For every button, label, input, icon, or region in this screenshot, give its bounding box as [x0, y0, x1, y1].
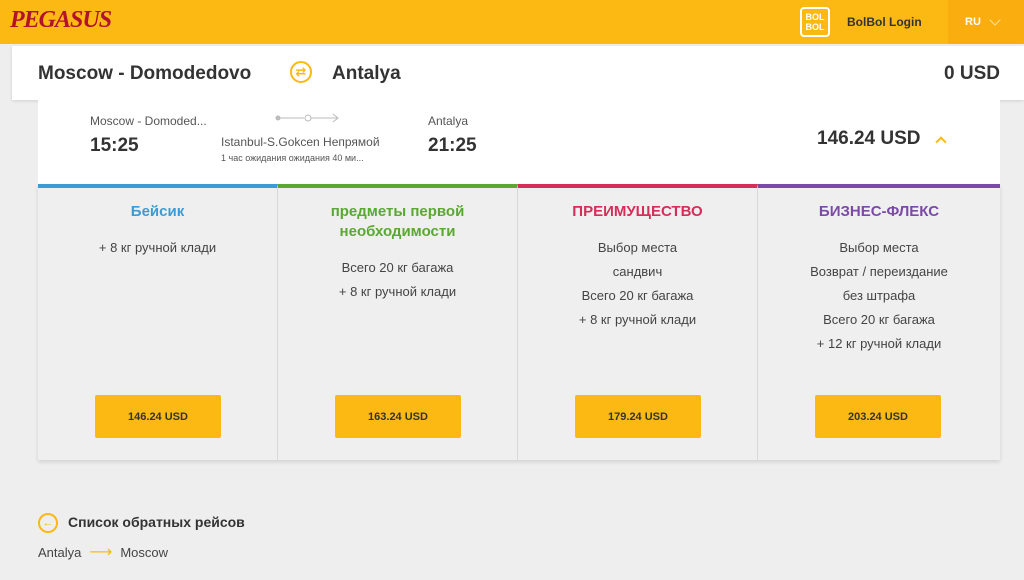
fare-feature: + 8 кг ручной клади	[98, 240, 217, 255]
swap-icon: ⇄	[290, 61, 312, 83]
fare-feature: Возврат / переиздание	[810, 264, 948, 279]
arrow-right-icon: ⟶	[89, 544, 113, 561]
fare-features: + 8 кг ручной клади	[38, 236, 277, 260]
flight-row[interactable]: Moscow - Domoded... 15:25 Istanbul-S.Gok…	[38, 100, 1000, 184]
return-destination: Moscow	[120, 544, 168, 560]
stopover-info: Istanbul-S.Gokcen Непрямой	[221, 135, 380, 149]
bolbol-icon: BOL BOL	[800, 7, 830, 37]
destination-city: Antalya	[332, 63, 401, 84]
fare-features: Выбор места Возврат / переиздание без шт…	[758, 236, 1000, 356]
fare-feature: + 8 кг ручной клади	[338, 284, 457, 299]
arrival-time: 21:25	[428, 135, 477, 156]
departure-time: 15:25	[90, 135, 139, 156]
select-fare-advantage-button[interactable]: 179.24 USD	[575, 395, 701, 438]
flight-price: 146.24 USD	[817, 128, 921, 149]
bolbol-login-label: BolBol Login	[847, 15, 922, 29]
language-selector[interactable]: RU	[948, 0, 1024, 44]
return-origin: Antalya	[38, 544, 82, 560]
return-flights-title[interactable]: Список обратных рейсов	[68, 514, 245, 530]
arrow-left-circle-icon[interactable]: ←	[38, 513, 58, 533]
fare-advantage: ПРЕИМУЩЕСТВО Выбор места сандвич Всего 2…	[518, 184, 758, 460]
flight-path-icon	[275, 113, 339, 123]
fare-basic: Бейсик + 8 кг ручной клади 146.24 USD	[38, 184, 278, 460]
fare-feature: сандвич	[612, 264, 663, 279]
select-fare-basic-button[interactable]: 146.24 USD	[95, 395, 221, 438]
fare-feature: Всего 20 кг багажа	[341, 260, 454, 275]
fare-feature: Выбор места	[597, 240, 678, 255]
fare-feature: + 8 кг ручной клади	[578, 312, 697, 327]
fare-name: БИЗНЕС-ФЛЕКС	[818, 203, 940, 220]
fare-feature: Всего 20 кг багажа	[823, 312, 935, 327]
fare-feature: без штрафа	[842, 288, 916, 303]
arrival-city: Antalya	[428, 114, 469, 128]
bolbol-login-button[interactable]: BOL BOL BolBol Login	[800, 0, 948, 44]
fare-name: предметы первой необходимости	[330, 203, 465, 240]
fare-features: Выбор места сандвич Всего 20 кг багажа +…	[518, 236, 757, 332]
fare-features: Всего 20 кг багажа + 8 кг ручной клади	[278, 256, 517, 304]
fare-name: ПРЕИМУЩЕСТВО	[572, 203, 703, 220]
origin-city: Moscow - Domodedovo	[38, 63, 252, 84]
layover-duration: 1 час ожидания ожидания 40 ми...	[221, 153, 364, 163]
fare-feature: Выбор места	[839, 240, 919, 255]
fare-options: Бейсик + 8 кг ручной клади 146.24 USD пр…	[38, 184, 1000, 460]
route-header: Moscow - Domodedovo ⇄ Antalya 0 USD	[12, 46, 1024, 100]
fare-feature: Всего 20 кг багажа	[581, 288, 694, 303]
select-fare-essentials-button[interactable]: 163.24 USD	[335, 395, 461, 438]
total-price: 0 USD	[944, 63, 1000, 84]
fare-essentials: предметы первой необходимости Всего 20 к…	[278, 184, 518, 460]
fare-business-flex: БИЗНЕС-ФЛЕКС Выбор места Возврат / переи…	[758, 184, 1000, 460]
return-route: Antalya ⟶ Moscow	[38, 542, 168, 562]
select-fare-business-flex-button[interactable]: 203.24 USD	[815, 395, 941, 438]
top-bar: PEGASUS BOL BOL BolBol Login RU	[0, 0, 1024, 44]
pegasus-logo[interactable]: PEGASUS	[10, 7, 112, 34]
fare-feature: + 12 кг ручной клади	[816, 336, 942, 351]
fare-name: Бейсик	[130, 203, 185, 220]
chevron-up-icon[interactable]	[935, 136, 947, 148]
departure-city: Moscow - Domoded...	[90, 114, 207, 128]
language-code: RU	[965, 16, 981, 28]
chevron-down-icon	[989, 14, 1001, 26]
